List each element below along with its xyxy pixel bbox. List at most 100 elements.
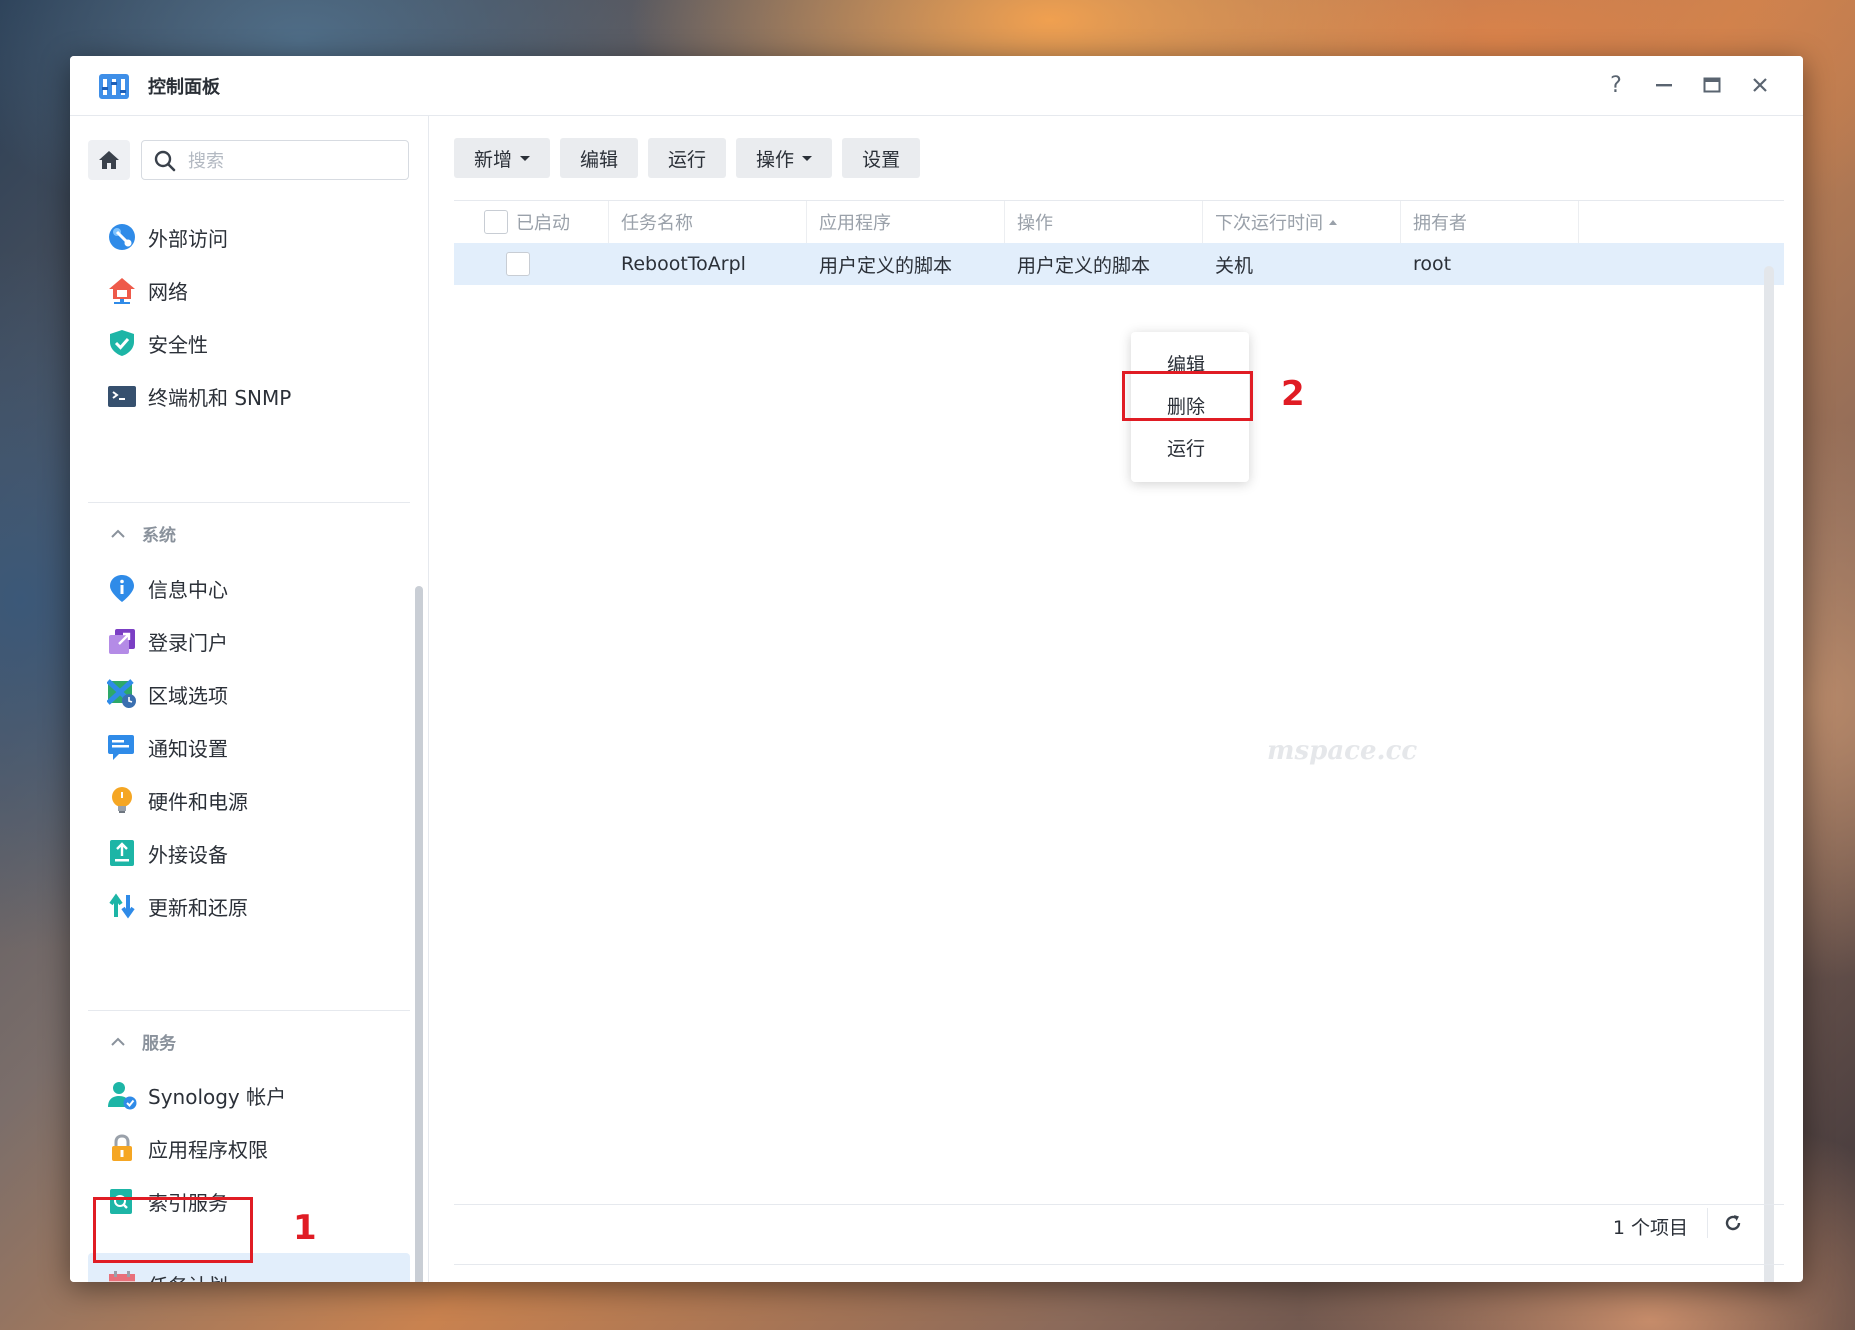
sidebar-item-label: 通知设置 (148, 736, 228, 761)
caret-down-icon (802, 155, 813, 161)
notification-icon (106, 731, 138, 763)
main-scrollbar[interactable] (1764, 266, 1774, 1282)
network-icon (106, 274, 138, 306)
control-panel-window: 控制面板 ? 外部访问 (70, 56, 1803, 1282)
enabled-cell[interactable] (506, 243, 530, 285)
sidebar-item-label: 区域选项 (148, 683, 228, 708)
action-cell: 用户定义的脚本 (1017, 254, 1151, 277)
info-center-icon (106, 572, 138, 604)
watermark: mspace.cc (1267, 736, 1418, 766)
terminal-icon (106, 380, 138, 412)
refresh-button[interactable] (1719, 1209, 1747, 1237)
action-label: 操作 (756, 148, 795, 171)
section-label: 系统 (142, 526, 176, 546)
footer-divider (454, 1264, 1784, 1265)
run-button[interactable]: 运行 (648, 138, 727, 178)
sidebar-item-label: 硬件和电源 (148, 789, 248, 814)
sidebar-item-terminal-snmp[interactable]: 终端机和 SNMP (88, 370, 410, 422)
column-task-name[interactable]: 任务名称 (609, 201, 807, 243)
table-header: 已启动 任务名称 应用程序 操作 下次运行时间 拥有者 (454, 200, 1784, 244)
sidebar-item-app-privileges[interactable]: 应用程序权限 (88, 1122, 410, 1174)
minimize-button[interactable] (1648, 70, 1680, 100)
table-row[interactable]: RebootToArpl 用户定义的脚本 用户定义的脚本 关机 root (454, 243, 1784, 285)
sidebar-item-label: 登录门户 (148, 630, 228, 655)
item-count: 1 个项目 (1612, 1217, 1688, 1239)
column-next-run-time[interactable]: 下次运行时间 (1203, 201, 1401, 243)
sidebar-divider (88, 1010, 410, 1011)
annotation-step-2: 2 (1281, 374, 1305, 414)
sidebar-item-label: 信息中心 (148, 577, 228, 602)
sidebar-item-update-restore[interactable]: 更新和还原 (88, 880, 410, 932)
sidebar-item-network[interactable]: 网络 (88, 264, 410, 316)
sidebar-item-label: 更新和还原 (148, 895, 248, 920)
footer-separator (1707, 1208, 1708, 1238)
column-action[interactable]: 操作 (1005, 201, 1203, 243)
task-name-cell: RebootToArpl (621, 253, 746, 275)
app-privileges-icon (106, 1132, 138, 1164)
action-dropdown-button[interactable]: 操作 (736, 138, 833, 178)
external-access-icon (106, 221, 138, 253)
select-all-checkbox[interactable] (484, 210, 508, 234)
search-field[interactable] (141, 140, 409, 180)
column-label: 操作 (1017, 213, 1053, 234)
sidebar-item-label: 网络 (148, 279, 188, 304)
sidebar-item-label: Synology 帐户 (148, 1084, 287, 1109)
title-bar: 控制面板 ? (70, 56, 1803, 116)
column-enabled[interactable]: 已启动 (454, 201, 609, 243)
column-label: 应用程序 (819, 213, 891, 234)
refresh-icon (1725, 1215, 1741, 1231)
column-owner[interactable]: 拥有者 (1401, 201, 1579, 243)
sidebar-item-regional-options[interactable]: 区域选项 (88, 668, 410, 720)
sidebar-item-external-access[interactable]: 外部访问 (88, 211, 410, 263)
sidebar-item-hardware-power[interactable]: 硬件和电源 (88, 774, 410, 826)
external-devices-icon (106, 837, 138, 869)
close-button[interactable] (1744, 70, 1776, 100)
enabled-checkbox[interactable] (506, 252, 530, 276)
search-input[interactable] (186, 147, 390, 175)
sidebar-item-notification[interactable]: 通知设置 (88, 721, 410, 773)
owner-cell: root (1413, 253, 1452, 275)
annotation-step-1: 1 (293, 1208, 317, 1248)
home-button[interactable] (88, 140, 130, 180)
chevron-up-icon (110, 1032, 126, 1052)
maximize-button[interactable] (1696, 70, 1728, 100)
control-panel-icon (98, 71, 130, 101)
regional-options-icon (106, 678, 138, 710)
highlight-task-scheduler (93, 1197, 253, 1263)
hardware-power-icon (106, 784, 138, 816)
sidebar-item-security[interactable]: 安全性 (88, 317, 410, 369)
sidebar-item-info-center[interactable]: 信息中心 (88, 562, 410, 614)
toolbar: 新增 编辑 运行 操作 设置 (454, 138, 921, 178)
create-label: 新增 (474, 148, 513, 171)
section-header-services[interactable]: 服务 (110, 1029, 176, 1054)
sidebar-item-label: 安全性 (148, 332, 208, 357)
edit-label: 编辑 (580, 148, 619, 171)
sidebar-item-label: 应用程序权限 (148, 1137, 268, 1162)
window-title: 控制面板 (148, 77, 220, 98)
section-label: 服务 (142, 1034, 176, 1054)
footer-divider (454, 1204, 1784, 1205)
application-cell: 用户定义的脚本 (819, 254, 953, 277)
main-content: 新增 编辑 运行 操作 设置 已启动 任务名称 应用程序 操作 下次运行时间 拥… (429, 116, 1803, 1282)
highlight-run-menu-item (1122, 371, 1253, 421)
sidebar-item-external-devices[interactable]: 外接设备 (88, 827, 410, 879)
sidebar-item-login-portal[interactable]: 登录门户 (88, 615, 410, 667)
sidebar: 外部访问 网络 安全性 终端机和 SNMP 系统 (70, 116, 429, 1282)
column-label: 下次运行时间 (1215, 213, 1323, 234)
help-button[interactable]: ? (1600, 70, 1632, 100)
column-application[interactable]: 应用程序 (807, 201, 1005, 243)
sidebar-scrollbar[interactable] (415, 586, 423, 1282)
next-run-cell: 关机 (1215, 254, 1254, 277)
synology-account-icon (106, 1079, 138, 1111)
column-label: 任务名称 (621, 213, 693, 234)
create-dropdown-button[interactable]: 新增 (454, 138, 551, 178)
update-restore-icon (106, 890, 138, 922)
search-icon (154, 150, 176, 176)
section-header-system[interactable]: 系统 (110, 521, 176, 546)
context-menu-run[interactable]: 运行 (1167, 434, 1205, 461)
sidebar-item-synology-account[interactable]: Synology 帐户 (88, 1069, 410, 1121)
edit-button[interactable]: 编辑 (560, 138, 639, 178)
sidebar-item-label: 任务计划 (148, 1270, 228, 1283)
settings-button[interactable]: 设置 (842, 138, 921, 178)
login-portal-icon (106, 625, 138, 657)
